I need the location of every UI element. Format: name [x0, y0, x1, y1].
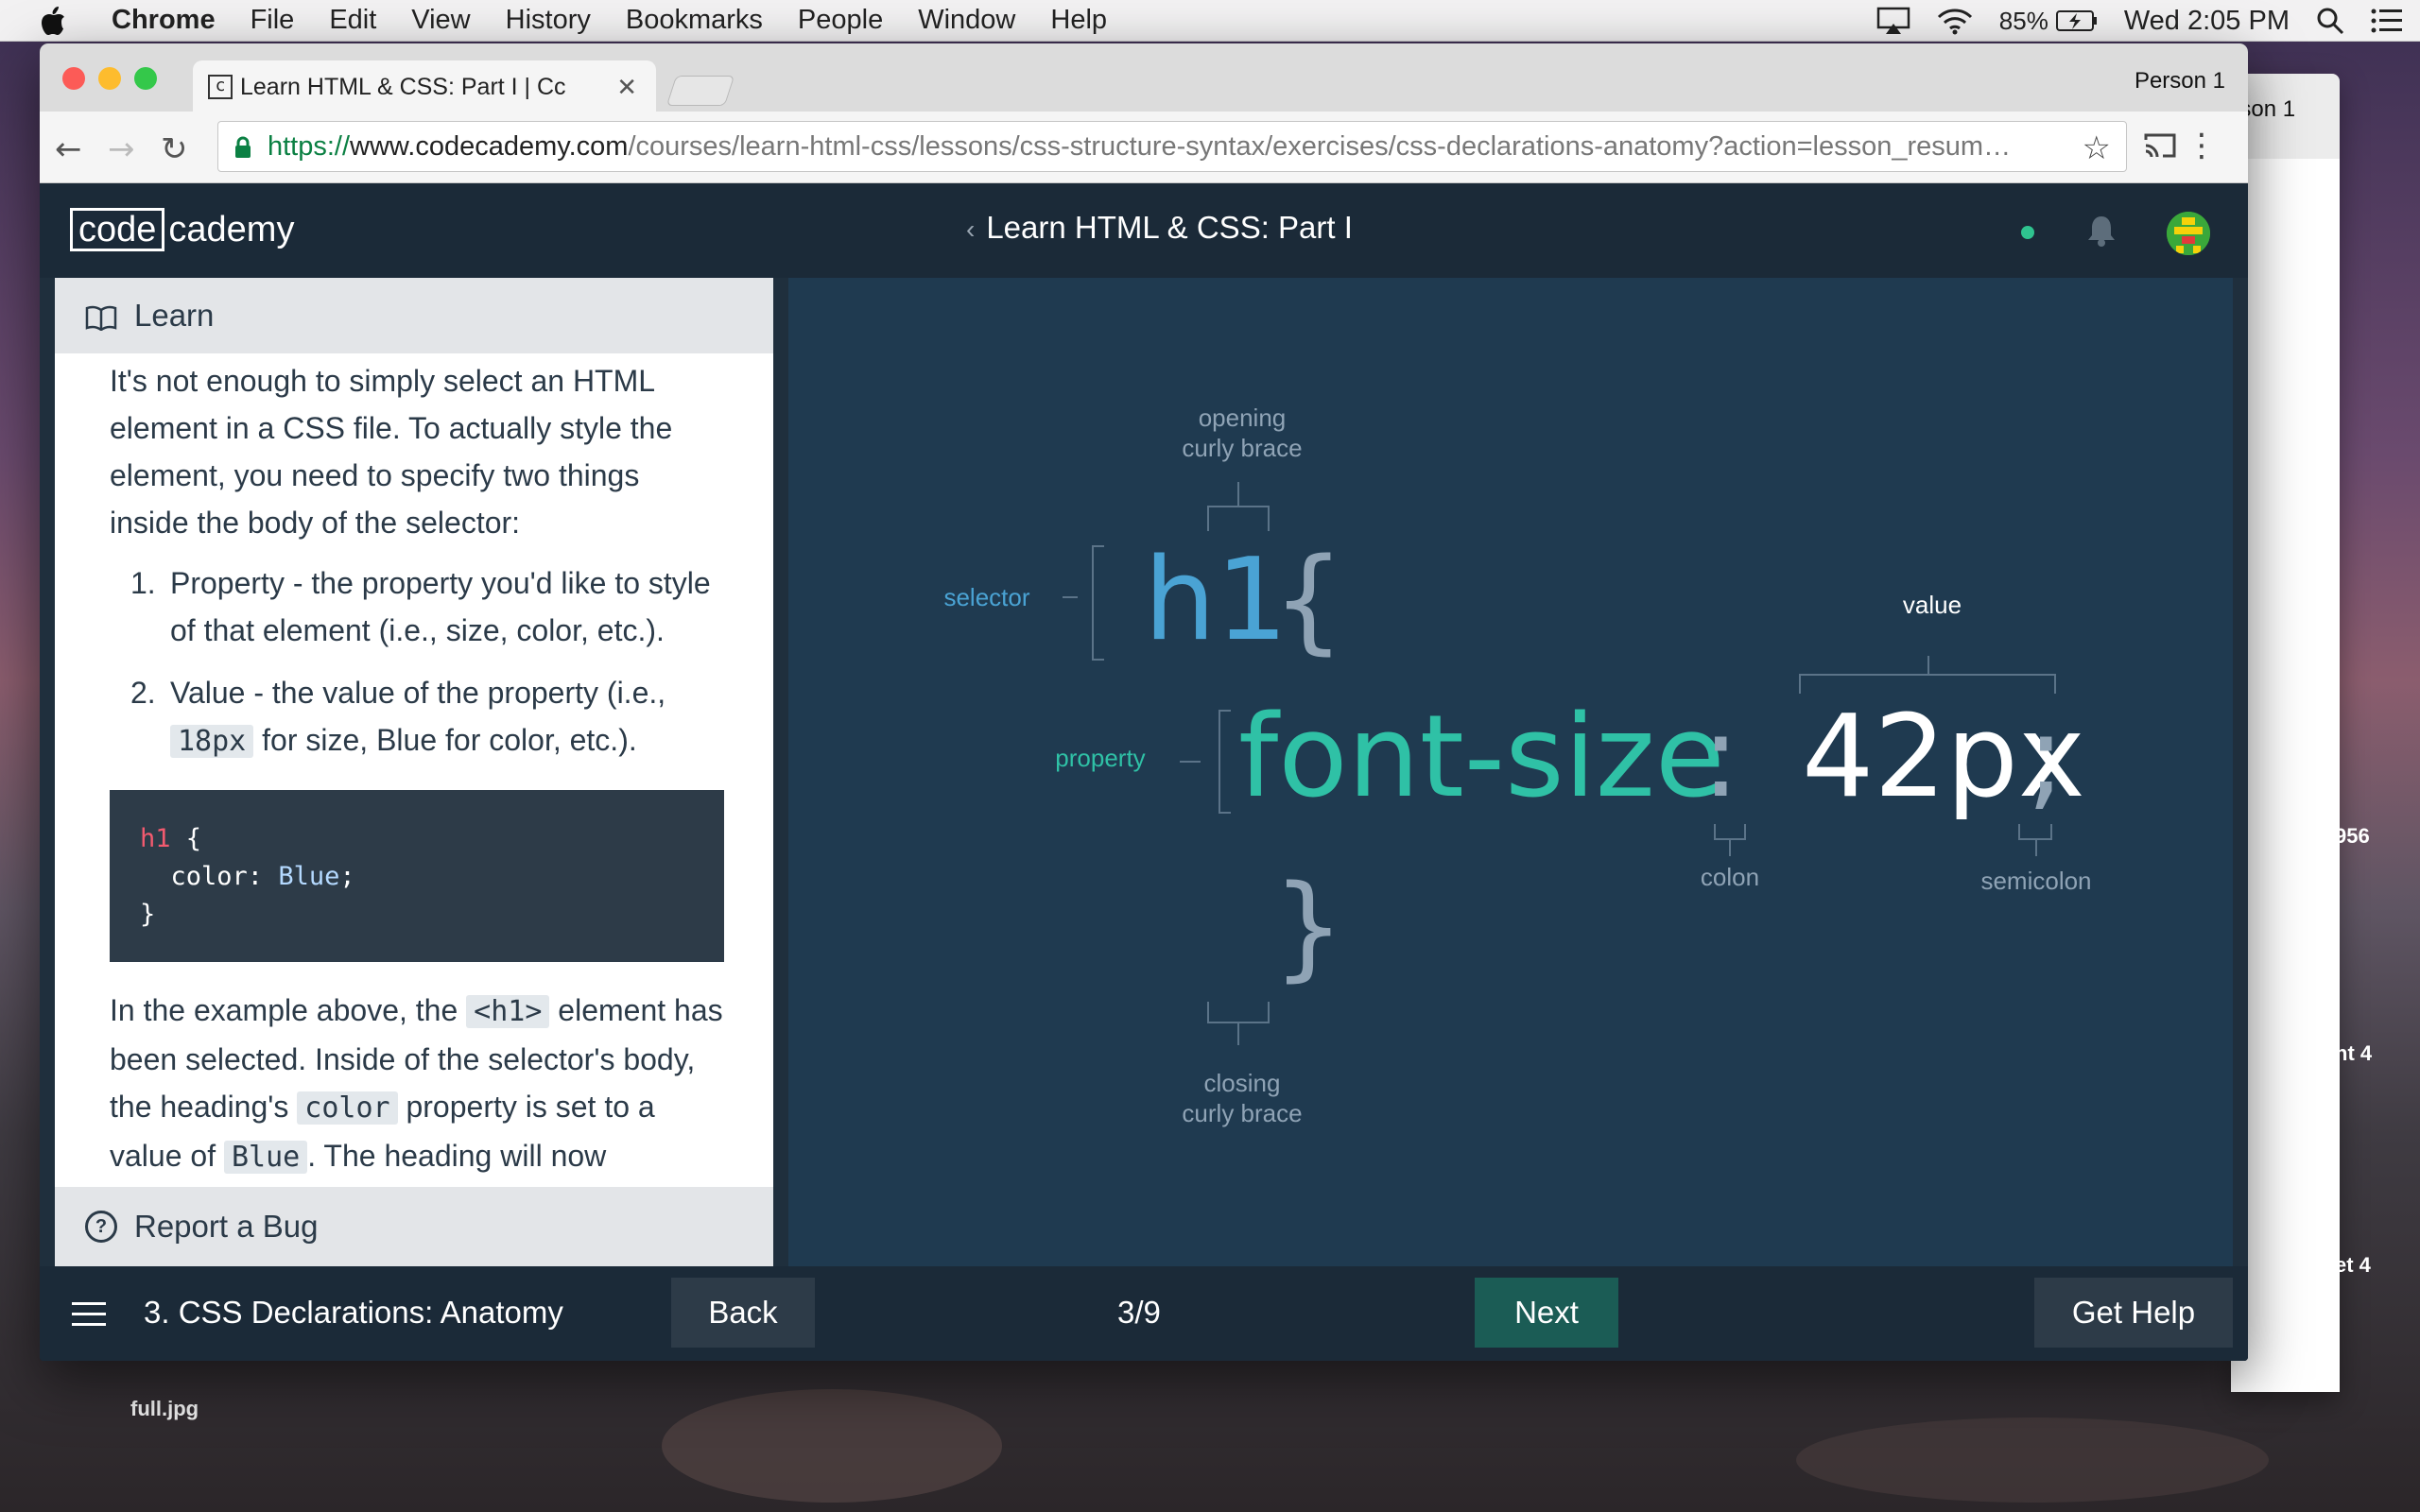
menu-bookmarks[interactable]: Bookmarks [626, 5, 763, 36]
tab-title: Learn HTML & CSS: Part I | Cc [240, 73, 566, 100]
report-bug-button[interactable]: ? Report a Bug [55, 1187, 773, 1266]
codecademy-app: code cademy ‹ Learn HTML & CSS: Part I Lea… [40, 183, 2248, 1361]
notification-center-icon[interactable] [2371, 9, 2403, 33]
url-host: www.codecademy.com [350, 130, 629, 162]
inline-code: color [297, 1091, 398, 1125]
label-opening-curly-brace: opening curly brace [1182, 404, 1303, 462]
notification-bell-icon[interactable] [2085, 214, 2118, 248]
book-icon [85, 302, 117, 332]
code-close-brace: } [1272, 862, 1345, 993]
clock[interactable]: Wed 2:05 PM [2124, 6, 2290, 37]
code-semicolon: ; [2027, 692, 2066, 823]
new-tab-button[interactable] [666, 76, 735, 106]
url-path: /courses/learn-html-css/lessons/css-stru… [628, 130, 2012, 162]
help-circle-icon: ? [85, 1211, 117, 1243]
tab-strip: c Learn HTML & CSS: Part I | Cc ✕ Person… [40, 43, 2248, 113]
online-status-dot [2021, 226, 2034, 239]
course-title-text: Learn HTML & CSS: Part I [986, 210, 1353, 245]
url-scheme: https:// [268, 130, 351, 162]
label-value: value [1902, 591, 1962, 619]
label-closing-curly-brace: closing curly brace [1182, 1069, 1303, 1127]
list-item: 1. Property - the property you'd like to … [130, 566, 711, 647]
tab-close-icon[interactable]: ✕ [616, 73, 637, 102]
minimize-window-button[interactable] [98, 67, 121, 90]
spotlight-search-icon[interactable] [2316, 7, 2344, 35]
list-item: 2. Value - the value of the property (i.e… [130, 676, 666, 758]
menu-hamburger-icon[interactable] [72, 1302, 106, 1327]
label-colon: colon [1700, 863, 1760, 891]
menu-app-chrome[interactable]: Chrome [112, 5, 216, 36]
label-semicolon: semicolon [1980, 867, 2092, 895]
zoom-window-button[interactable] [134, 67, 157, 90]
side-label: et 4 [2335, 1253, 2371, 1277]
forward-arrow-icon[interactable]: → [108, 130, 135, 168]
battery-icon[interactable] [2055, 9, 2098, 32]
airplay-icon[interactable] [1876, 7, 1910, 35]
user-avatar[interactable] [2167, 212, 2210, 255]
wifi-icon[interactable] [1937, 7, 1973, 35]
lesson-intro: It's not enough to simply select an HTML… [110, 364, 673, 540]
code-open-brace: { [1272, 535, 1345, 666]
get-help-button[interactable]: Get Help [2034, 1278, 2233, 1348]
code-selector-h1: h1 [1144, 535, 1288, 666]
learn-heading: Learn [134, 298, 215, 333]
side-label: nt 4 [2335, 1041, 2373, 1065]
label-selector: selector [943, 583, 1030, 611]
desktop-rock [1796, 1418, 2269, 1503]
app-header: code cademy ‹ Learn HTML & CSS: Part I [40, 183, 2248, 278]
chrome-window: c Learn HTML & CSS: Part I | Cc ✕ Person… [40, 43, 2248, 1361]
lesson-name[interactable]: 3. CSS Declarations: Anatomy [144, 1295, 563, 1331]
logo-boxed-text: code [70, 208, 165, 251]
back-arrow-icon[interactable]: ← [55, 130, 82, 168]
bookmark-star-icon[interactable]: ☆ [2083, 129, 2111, 167]
code-property: font-size [1238, 692, 1725, 823]
next-button[interactable]: Next [1475, 1278, 1618, 1348]
report-bug-label: Report a Bug [134, 1209, 319, 1244]
lesson-footer: 3. CSS Declarations: Anatomy Back 3/9 Ne… [40, 1266, 2248, 1361]
tab-codecademy[interactable]: c Learn HTML & CSS: Part I | Cc ✕ [193, 60, 656, 113]
chrome-menu-icon[interactable]: ⋮ [2186, 127, 2218, 164]
back-button[interactable]: Back [671, 1278, 815, 1348]
menu-help[interactable]: Help [1050, 5, 1107, 36]
address-bar[interactable]: https://www.codecademy.com/courses/learn… [217, 121, 2127, 172]
chevron-left-icon: ‹ [966, 215, 976, 244]
cast-icon[interactable] [2144, 132, 2176, 159]
lesson-paragraph: In the example above, the <h1> element h… [110, 993, 723, 1174]
learn-panel-header: Learn [55, 278, 773, 353]
menu-window[interactable]: Window [918, 5, 1015, 36]
apple-icon[interactable] [40, 5, 68, 37]
profile-person-button[interactable]: Person 1 [2135, 68, 2225, 94]
menu-edit[interactable]: Edit [329, 5, 376, 36]
reload-icon[interactable]: ↻ [161, 130, 188, 168]
lesson-list: 1. Property - the property you'd like to … [110, 559, 724, 765]
menu-file[interactable]: File [251, 5, 295, 36]
battery-percent: 85% [1998, 6, 2048, 35]
desktop-rock [662, 1389, 1002, 1503]
code-example: h1 { color: Blue;} [110, 790, 724, 962]
side-label: 956 [2335, 824, 2370, 848]
menu-history[interactable]: History [506, 5, 591, 36]
lesson-content: It's not enough to simply select an HTML… [110, 357, 724, 1189]
course-title-link[interactable]: ‹ Learn HTML & CSS: Part I [966, 210, 1353, 246]
css-anatomy-diagram: opening curly brace selector value proper… [788, 278, 2233, 1266]
label-property: property [1055, 744, 1146, 772]
close-window-button[interactable] [62, 67, 85, 90]
codecademy-logo[interactable]: code cademy [70, 208, 294, 251]
lock-icon [233, 135, 252, 158]
menu-people[interactable]: People [798, 5, 883, 36]
exercise-progress: 3/9 [1117, 1295, 1161, 1330]
inline-code: 18px [170, 725, 254, 758]
logo-rest-text: cademy [168, 209, 295, 249]
learn-panel: Learn It's not enough to simply select a… [55, 278, 773, 1266]
inline-code: <h1> [466, 995, 550, 1028]
codecademy-favicon-icon: c [208, 75, 233, 99]
menu-view[interactable]: View [411, 5, 470, 36]
desktop-file-label[interactable]: full.jpg [130, 1397, 199, 1421]
inline-code: Blue [223, 1141, 308, 1174]
macos-menubar: Chrome File Edit View History Bookmarks … [0, 0, 2420, 42]
browser-toolbar: ← → ↻ https://www.codecademy.com/courses… [40, 112, 2248, 183]
code-colon: : [1702, 692, 1740, 823]
